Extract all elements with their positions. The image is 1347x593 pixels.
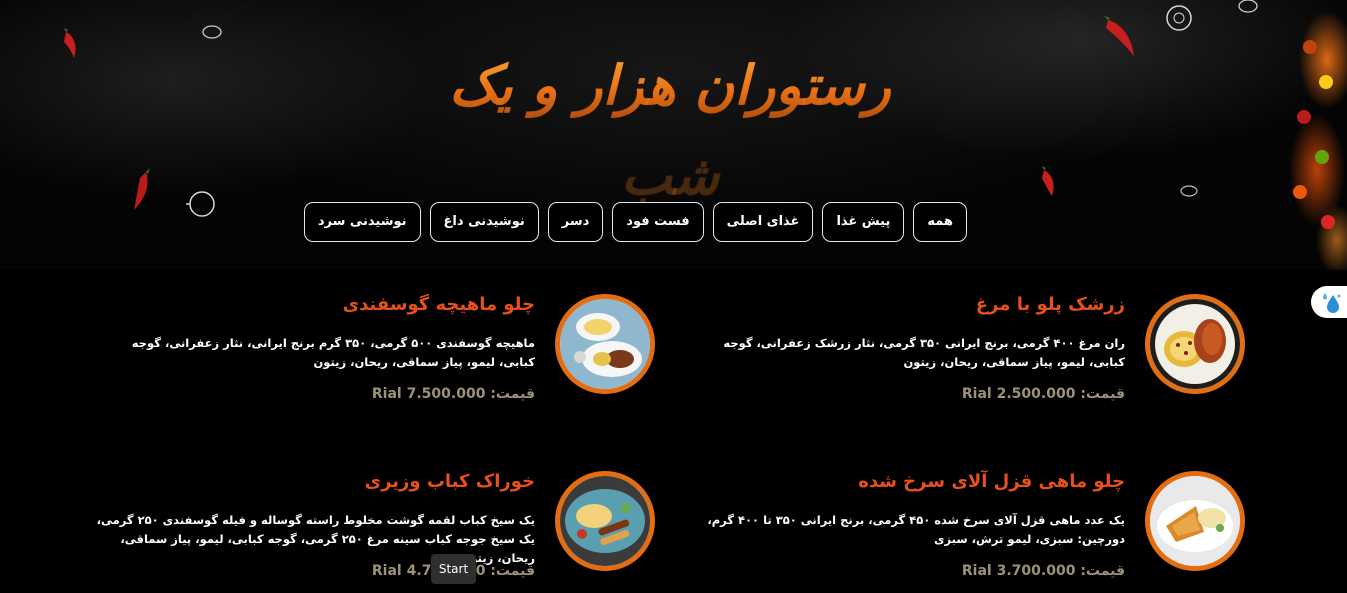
pot-outline-icon bbox=[1166, 5, 1192, 31]
price-value: Rial 3.700.000 bbox=[961, 563, 1076, 579]
item-description: ماهیچه گوسفندی ۵۰۰ گرمی، ۳۵۰ گرم برنج ای… bbox=[131, 336, 535, 369]
tab-dessert[interactable]: دسر bbox=[547, 202, 604, 242]
chili-pepper-icon bbox=[1042, 166, 1054, 196]
item-description: ران مرغ ۴۰۰ گرمی، برنج ایرانی ۳۵۰ گرمی، … bbox=[723, 336, 1125, 369]
water-drops-icon bbox=[1323, 293, 1341, 313]
tab-hot-drinks[interactable]: نوشیدنی داغ bbox=[429, 202, 539, 242]
water-widget-button[interactable] bbox=[1311, 286, 1347, 318]
price-value: Rial 2.500.000 bbox=[961, 386, 1076, 402]
skewer-decoration bbox=[1315, 150, 1329, 164]
food-photo bbox=[1145, 471, 1245, 571]
pot-outline-icon bbox=[202, 25, 222, 39]
pot-outline-icon bbox=[1238, 0, 1258, 13]
chili-pepper-icon bbox=[64, 28, 76, 58]
item-name: زرشک پلو با مرغ bbox=[975, 294, 1125, 315]
price-label: قیمت: bbox=[490, 563, 535, 579]
item-price: قیمت: Rial 3.700.000 bbox=[685, 561, 1125, 581]
menu-item-card[interactable]: خوراک کباب وزیری یک سیخ کباب لقمه گوشت م… bbox=[95, 471, 655, 593]
tab-cold-drinks[interactable]: نوشیدنی سرد bbox=[303, 202, 421, 242]
chili-pepper-icon bbox=[1104, 16, 1134, 56]
food-photo bbox=[1145, 294, 1245, 394]
start-button[interactable]: Start bbox=[431, 554, 476, 584]
tab-appetizer[interactable]: پیش غذا bbox=[822, 202, 905, 242]
item-description: یک عدد ماهی قزل آلای سرخ شده ۴۵۰ گرمی، ب… bbox=[707, 513, 1125, 546]
skewer-decoration bbox=[1319, 75, 1333, 89]
item-name: چلو ماهیچه گوسفندی bbox=[342, 294, 535, 315]
price-value: Rial 7.500.000 bbox=[371, 386, 486, 402]
menu-item-card[interactable]: چلو ماهیچه گوسفندی ماهیچه گوسفندی ۵۰۰ گر… bbox=[95, 294, 655, 444]
price-label: قیمت: bbox=[1080, 386, 1125, 402]
food-photo bbox=[555, 294, 655, 394]
item-price: قیمت: Rial 2.500.000 bbox=[685, 384, 1125, 404]
menu-item-card[interactable]: چلو ماهی قزل آلای سرخ شده یک عدد ماهی قز… bbox=[685, 471, 1245, 593]
price-label: قیمت: bbox=[1080, 563, 1125, 579]
pot-outline-icon bbox=[186, 191, 215, 217]
tab-fast-food[interactable]: فست فود bbox=[612, 202, 704, 242]
category-tabs: همه پیش غذا غذای اصلی فست فود دسر نوشیدن… bbox=[303, 202, 967, 242]
food-photo bbox=[555, 471, 655, 571]
menu-item-card[interactable]: زرشک پلو با مرغ ران مرغ ۴۰۰ گرمی، برنج ا… bbox=[685, 294, 1245, 444]
pot-outline-icon bbox=[1180, 185, 1198, 197]
item-name: خوراک کباب وزیری bbox=[364, 471, 535, 492]
skewer-decoration bbox=[1293, 185, 1307, 199]
tab-all[interactable]: همه bbox=[913, 202, 967, 242]
tab-main-course[interactable]: غذای اصلی bbox=[712, 202, 814, 242]
skewer-decoration bbox=[1303, 40, 1317, 54]
item-price: قیمت: Rial 7.500.000 bbox=[95, 384, 535, 404]
skewer-decoration bbox=[1297, 110, 1311, 124]
restaurant-title: رستوران هزار و یک شب bbox=[420, 40, 920, 207]
item-name: چلو ماهی قزل آلای سرخ شده bbox=[858, 471, 1125, 492]
price-label: قیمت: bbox=[490, 386, 535, 402]
chili-pepper-icon bbox=[134, 168, 150, 210]
skewer-decoration bbox=[1321, 215, 1335, 229]
